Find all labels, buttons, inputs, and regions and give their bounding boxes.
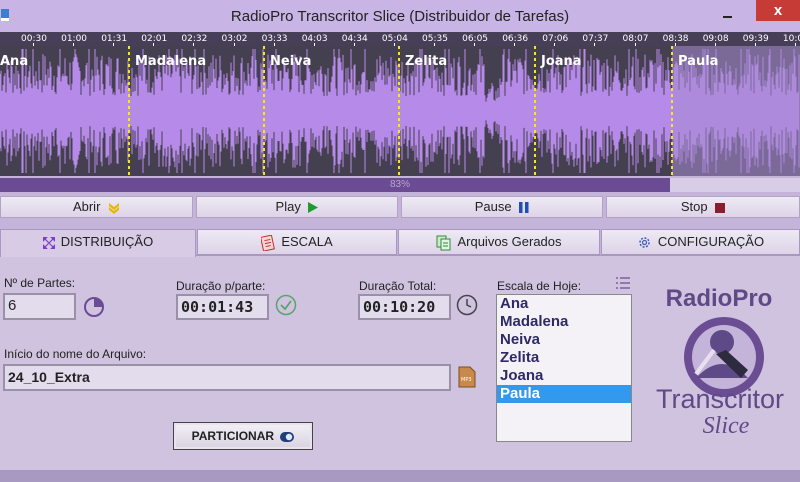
toggle-icon: [280, 431, 295, 442]
pause-button[interactable]: Pause: [401, 196, 603, 218]
schedule-list-item[interactable]: Joana: [497, 367, 631, 385]
split-button-label: PARTICIONAR: [191, 429, 275, 443]
title-bar: RadioPro Transcritor Slice (Distribuidor…: [0, 0, 800, 32]
progress-percent: 83%: [389, 179, 410, 190]
clock-icon: [456, 294, 478, 316]
status-bar: [0, 470, 800, 482]
progress-bar: 83%: [0, 178, 800, 192]
pause-icon: [519, 202, 529, 214]
logo-line1: RadioPro: [666, 285, 773, 312]
expand-arrows-icon: [42, 236, 55, 249]
ruler-tick-label: 10:09: [782, 34, 800, 44]
schedule-list-item[interactable]: Neiva: [497, 331, 631, 349]
parts-field[interactable]: 6: [3, 293, 76, 320]
timeline-ruler: 00:30 01:00 01:31 02:01 02:32 03:02 03:33 04:03…: [0, 32, 800, 46]
speaker-label: Zelita: [405, 54, 448, 69]
duration-total-label: Duração Total:: [359, 279, 437, 293]
open-button-label: Abrir: [72, 199, 101, 214]
close-button[interactable]: x: [756, 0, 800, 21]
duration-per-part-field[interactable]: 00:01:43: [176, 294, 269, 320]
files-icon: [436, 235, 451, 251]
logo-line2: Transcritor: [656, 384, 784, 414]
speaker-label: Madalena: [135, 54, 207, 69]
pause-button-label: Pause: [474, 199, 512, 214]
play-icon: [308, 202, 319, 214]
filename-field[interactable]: 24_10_Extra: [3, 364, 451, 391]
schedule-label: Escala de Hoje:: [497, 279, 582, 293]
tab-configuration[interactable]: CONFIGURAÇÃO: [601, 229, 800, 255]
speaker-label: Ana: [0, 54, 29, 69]
list-icon[interactable]: [616, 277, 630, 289]
pie-icon: [84, 297, 104, 317]
check-circle-icon: [275, 294, 297, 316]
duration-per-part-label: Duração p/parte:: [176, 279, 266, 293]
tab-generated-files[interactable]: Arquivos Gerados: [398, 229, 600, 255]
tab-distribution-label: DISTRIBUIÇÃO: [60, 234, 154, 249]
duration-total-field[interactable]: 00:10:20: [358, 294, 451, 320]
speaker-label: Paula: [678, 54, 719, 69]
speaker-label: Joana: [541, 54, 582, 69]
tab-configuration-label: CONFIGURAÇÃO: [657, 234, 765, 249]
tab-schedule-label: ESCALA: [281, 234, 333, 249]
tab-distribution[interactable]: DISTRIBUIÇÃO: [0, 229, 196, 257]
tab-schedule[interactable]: ESCALA: [197, 229, 397, 255]
schedule-list[interactable]: Ana Madalena Neiva Zelita Joana Paula: [496, 294, 632, 442]
list-document-icon: [261, 234, 276, 251]
schedule-list-item[interactable]: Madalena: [497, 313, 631, 331]
stop-button[interactable]: Stop: [606, 196, 800, 218]
window-title: RadioPro Transcritor Slice (Distribuidor…: [230, 8, 570, 25]
open-button[interactable]: Abrir: [0, 196, 193, 218]
logo-line3: Slice: [703, 413, 750, 439]
svg-text:MP3: MP3: [461, 377, 472, 383]
schedule-list-item[interactable]: Zelita: [497, 349, 631, 367]
radiopro-logo: RadioPro Transcritor Slice: [656, 285, 784, 439]
minimize-button[interactable]: [714, 4, 740, 22]
play-button[interactable]: Play: [196, 196, 398, 218]
speaker-label: Neiva: [270, 54, 312, 69]
schedule-list-item[interactable]: Ana: [497, 295, 631, 313]
split-button[interactable]: PARTICIONAR: [173, 422, 313, 450]
gear-icon: [639, 237, 650, 248]
chevron-down-double-icon: [109, 202, 120, 214]
tab-generated-files-label: Arquivos Gerados: [457, 234, 562, 249]
stop-icon: [715, 202, 726, 213]
stop-button-label: Stop: [680, 199, 708, 214]
play-button-label: Play: [275, 199, 301, 214]
parts-label: Nº de Partes:: [4, 276, 76, 290]
filename-label: Início do nome do Arquivo:: [4, 347, 147, 361]
mp3-file-icon[interactable]: MP3: [458, 366, 476, 388]
schedule-list-item[interactable]: Paula: [497, 385, 631, 403]
